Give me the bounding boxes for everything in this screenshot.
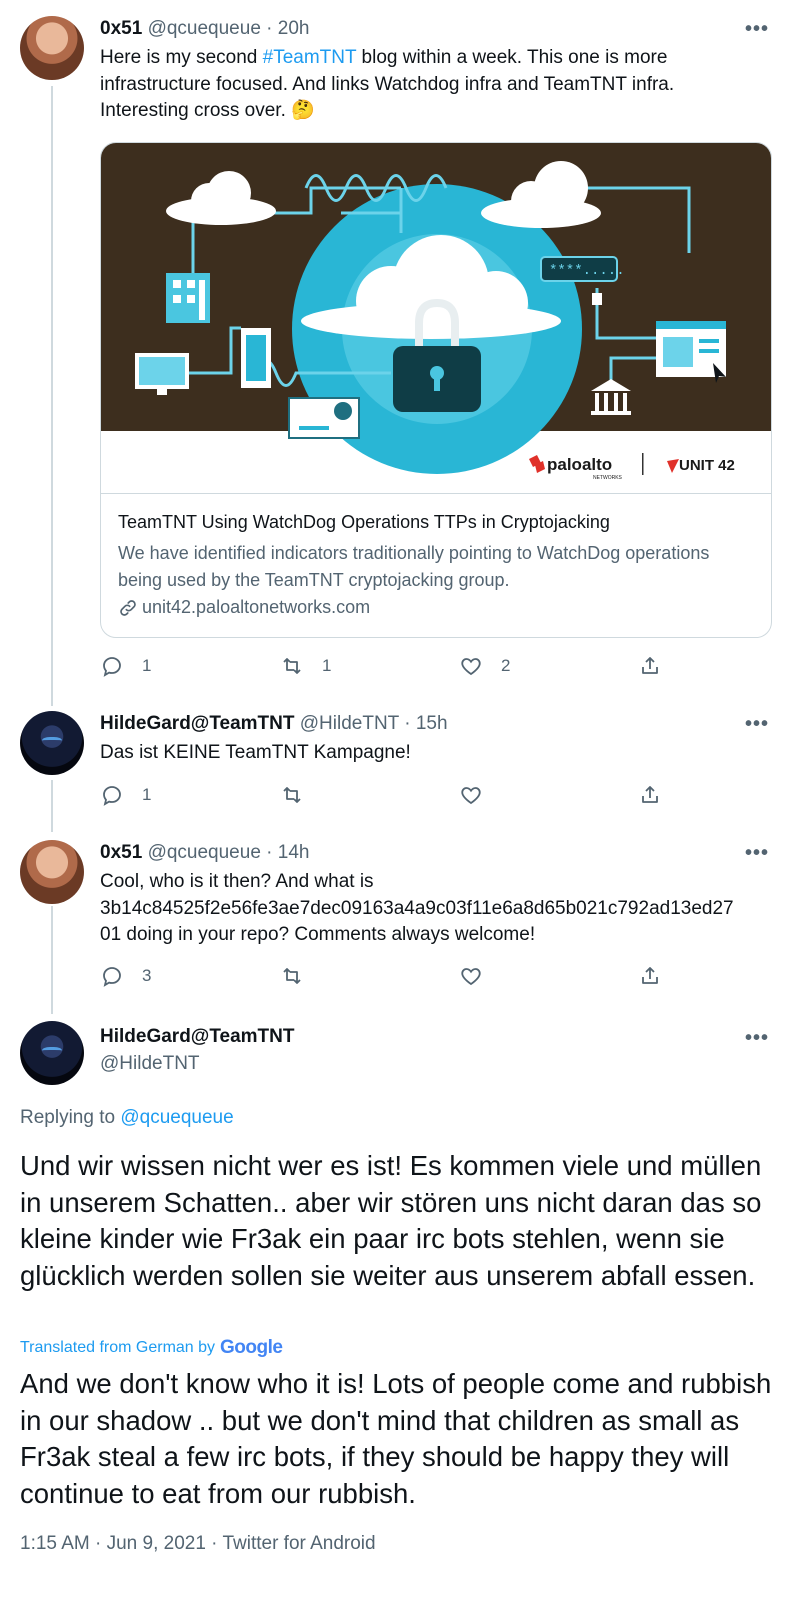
thread-line bbox=[51, 86, 53, 706]
like-icon bbox=[461, 787, 481, 805]
tweet-actions: 1 bbox=[100, 783, 670, 813]
google-logo: Google bbox=[220, 1337, 283, 1358]
tweet-text: Und wir wissen nicht wer es ist! Es komm… bbox=[20, 1150, 762, 1291]
retweet-icon bbox=[283, 787, 301, 803]
like-icon bbox=[461, 968, 481, 986]
handle[interactable]: @HildeTNT bbox=[100, 1053, 200, 1075]
share-icon bbox=[642, 967, 658, 984]
reply-icon bbox=[103, 786, 121, 806]
paloalto-logo-sub: NETWORKS bbox=[593, 475, 623, 481]
tweet-header: HildeGard@TeamTNT @HildeTNT · 15h bbox=[100, 713, 448, 735]
thread-line bbox=[51, 906, 53, 1014]
link-card[interactable]: ****..... paloalto NETWORKS UNIT 42 Team… bbox=[100, 142, 772, 638]
reply-button[interactable]: 1 bbox=[100, 654, 151, 678]
retweet-icon bbox=[283, 658, 301, 674]
card-title: TeamTNT Using WatchDog Operations TTPs i… bbox=[118, 512, 610, 532]
tweet-text: Here is my second #TeamTNT blog within a… bbox=[100, 47, 675, 121]
handle[interactable]: @HildeTNT bbox=[300, 713, 399, 734]
card-body: TeamTNT Using WatchDog Operations TTPs i… bbox=[101, 493, 771, 637]
timestamp[interactable]: · 14h bbox=[266, 842, 309, 863]
share-button[interactable] bbox=[638, 964, 662, 988]
tweet-text: Das ist KEINE TeamTNT Kampagne! bbox=[100, 742, 411, 763]
password-label: ****..... bbox=[549, 263, 625, 279]
retweet-button[interactable]: 1 bbox=[280, 654, 331, 678]
avatar[interactable] bbox=[20, 1021, 84, 1085]
thread-line bbox=[51, 780, 53, 832]
more-icon[interactable]: ••• bbox=[745, 1027, 769, 1050]
tweet-text: Cool, who is it then? And what is 3b14c8… bbox=[100, 871, 734, 945]
display-name[interactable]: HildeGard@TeamTNT bbox=[100, 713, 294, 734]
timestamp[interactable]: · 20h bbox=[266, 18, 309, 39]
share-icon bbox=[642, 657, 658, 674]
card-domain: unit42.paloaltonetworks.com bbox=[118, 597, 370, 618]
translation-attribution: Translated from German by Google bbox=[20, 1337, 283, 1359]
avatar[interactable] bbox=[20, 16, 84, 80]
card-description: We have identified indicators traditiona… bbox=[118, 543, 710, 590]
more-icon[interactable]: ••• bbox=[745, 713, 769, 736]
translated-label: Translated from German by bbox=[20, 1339, 216, 1356]
display-name[interactable]: 0x51 bbox=[100, 18, 142, 39]
share-icon bbox=[642, 786, 658, 803]
retweet-button[interactable] bbox=[280, 783, 304, 807]
tweet-actions: 1 1 2 bbox=[100, 654, 670, 684]
link-icon bbox=[120, 599, 136, 616]
retweet-button[interactable] bbox=[280, 964, 304, 988]
like-icon bbox=[461, 658, 481, 676]
tweet-timestamp[interactable]: 1:15 AM · Jun 9, 2021 · Twitter for Andr… bbox=[20, 1533, 376, 1555]
more-icon[interactable]: ••• bbox=[745, 18, 769, 41]
tweet-header: 0x51 @qcuequeue · 14h bbox=[100, 842, 309, 864]
like-button[interactable] bbox=[459, 783, 483, 807]
mention-link[interactable]: @qcuequeue bbox=[120, 1107, 233, 1128]
translated-text: And we don't know who it is! Lots of peo… bbox=[20, 1368, 772, 1509]
timestamp[interactable]: · 15h bbox=[404, 713, 447, 734]
replying-to: Replying to @qcuequeue bbox=[20, 1107, 234, 1128]
paloalto-logo: paloalto bbox=[547, 455, 612, 474]
tweet-header: 0x51 @qcuequeue · 20h bbox=[100, 18, 309, 40]
tweet-actions: 3 bbox=[100, 964, 670, 994]
unit42-logo: UNIT 42 bbox=[679, 457, 735, 474]
retweet-icon bbox=[283, 968, 301, 984]
reply-button[interactable]: 1 bbox=[100, 783, 151, 807]
handle[interactable]: @qcuequeue bbox=[148, 842, 261, 863]
hashtag-link[interactable]: #TeamTNT bbox=[263, 47, 357, 68]
reply-icon bbox=[103, 967, 121, 987]
share-button[interactable] bbox=[638, 654, 662, 678]
share-button[interactable] bbox=[638, 783, 662, 807]
reply-button[interactable]: 3 bbox=[100, 964, 151, 988]
avatar[interactable] bbox=[20, 840, 84, 904]
display-name[interactable]: 0x51 bbox=[100, 842, 142, 863]
more-icon[interactable]: ••• bbox=[745, 842, 769, 865]
like-button[interactable] bbox=[459, 964, 483, 988]
card-image: ****..... paloalto NETWORKS UNIT 42 bbox=[101, 143, 771, 493]
like-button[interactable]: 2 bbox=[459, 654, 510, 678]
display-name[interactable]: HildeGard@TeamTNT bbox=[100, 1026, 294, 1048]
reply-icon bbox=[103, 657, 121, 677]
handle[interactable]: @qcuequeue bbox=[148, 18, 261, 39]
avatar[interactable] bbox=[20, 711, 84, 775]
